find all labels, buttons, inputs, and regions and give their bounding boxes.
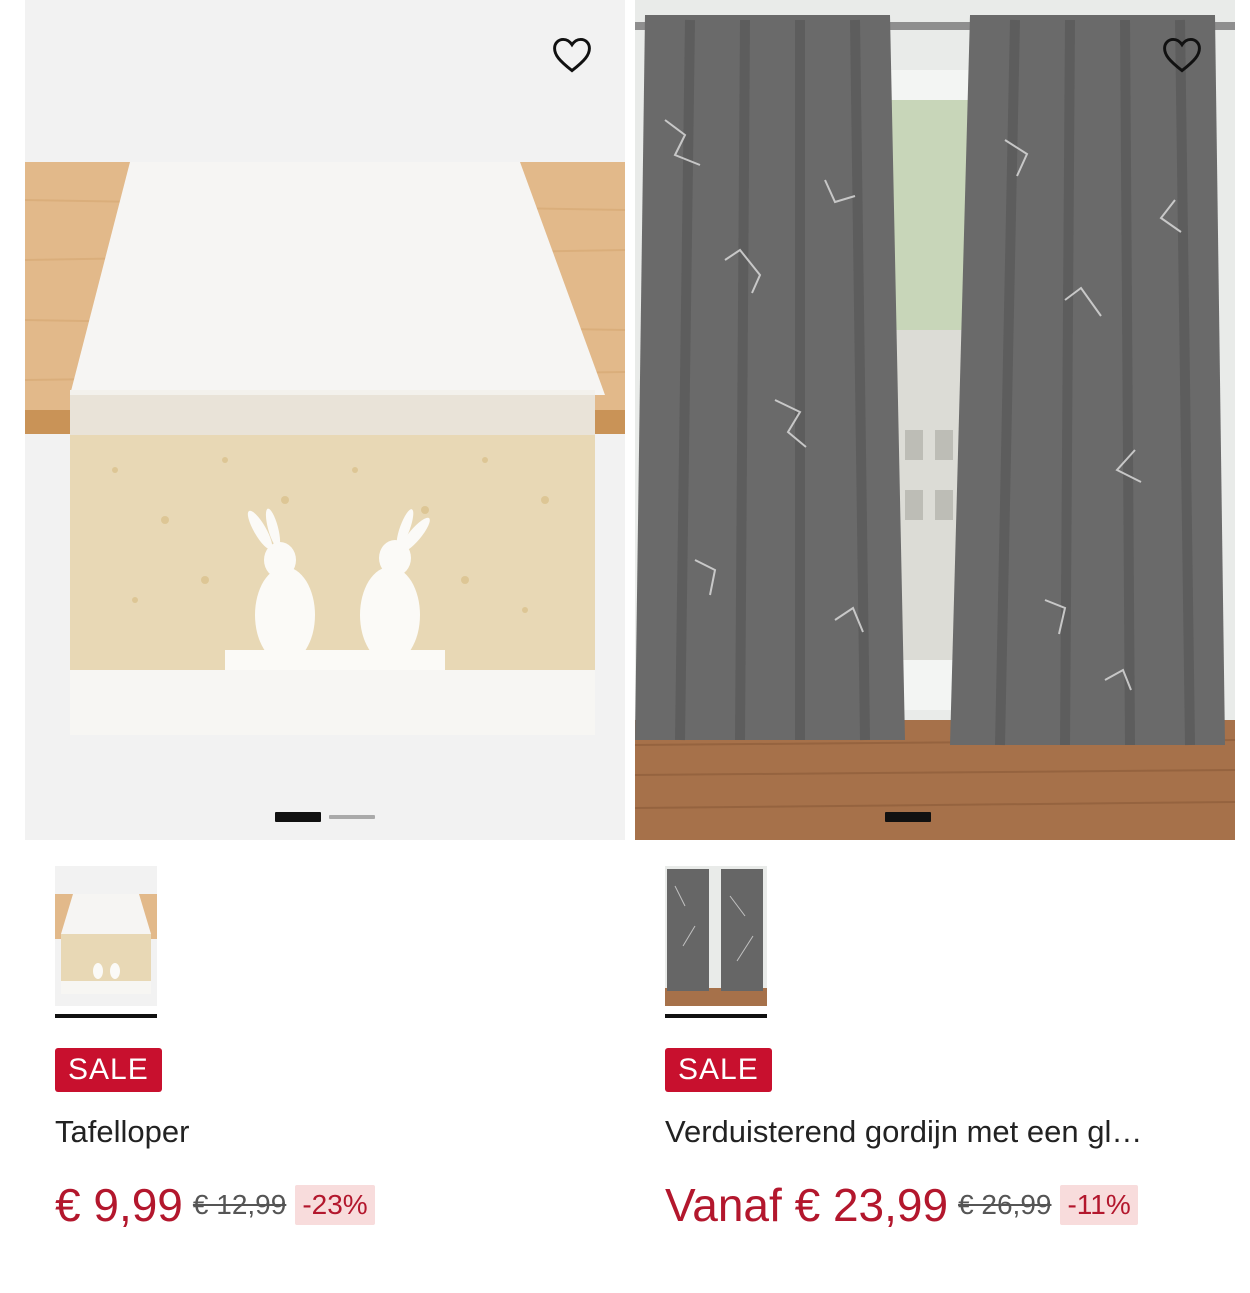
color-thumbnail[interactable] [665,866,767,1006]
sale-badge: SALE [55,1048,162,1092]
wishlist-heart-icon[interactable] [550,33,594,77]
product-card-tafelloper[interactable]: SALE Tafelloper € 9,99 € 12,99 -23% [25,0,625,1293]
thumbnail-selected-underline [665,1014,767,1018]
slide-indicator [885,811,931,823]
wishlist-heart-icon[interactable] [1160,33,1204,77]
product-image[interactable] [635,0,1235,840]
product-card-gordijn[interactable]: SALE Verduisterend gordijn met een gl… V… [635,0,1235,1293]
price-row: Vanaf € 23,99 € 26,99 -11% [665,1178,1138,1232]
slide-indicator [275,811,375,823]
sale-badge: SALE [665,1048,772,1092]
product-title[interactable]: Tafelloper [55,1114,595,1150]
color-thumbnail[interactable] [55,866,157,1006]
discount-badge: -11% [1060,1185,1138,1225]
price-row: € 9,99 € 12,99 -23% [55,1178,375,1232]
slide-dot[interactable] [329,815,375,819]
slide-dot-active[interactable] [275,812,321,822]
table-runner-photo [25,0,625,840]
thumbnail-selected-underline [55,1014,157,1018]
slide-dot-active[interactable] [885,812,931,822]
original-price: € 12,99 [192,1189,287,1220]
current-price: € 9,99 [55,1179,183,1231]
discount-badge: -23% [295,1185,375,1225]
curtain-photo [635,0,1235,840]
current-price: Vanaf € 23,99 [665,1179,949,1231]
product-title[interactable]: Verduisterend gordijn met een gl… [665,1114,1205,1150]
original-price: € 26,99 [958,1189,1052,1220]
product-image[interactable] [25,0,625,840]
